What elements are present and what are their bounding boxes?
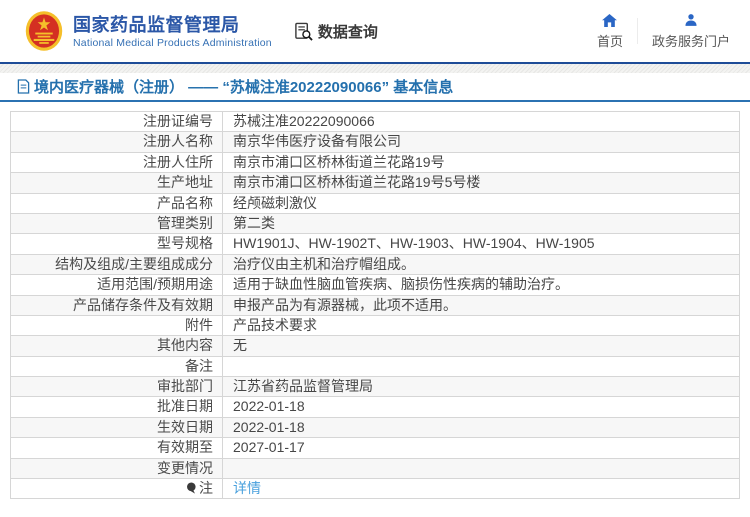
page-title-text: 境内医疗器械（注册） —— “苏械注准20222090066” 基本信息 [34, 79, 454, 96]
header: 国家药品监督管理局 National Medical Products Admi… [0, 0, 750, 62]
row-label: 备注 [10, 355, 223, 378]
note-icon [187, 482, 196, 494]
texture-strip [0, 64, 750, 73]
table-row: 注册人住所 南京市浦口区桥林街道兰花路19号 [10, 151, 740, 174]
row-value: 申报产品为有源器械，此项不适用。 [222, 294, 740, 316]
table-row: 备注 [10, 355, 740, 378]
table-row: 注详情 [10, 478, 740, 500]
row-label: 生效日期 [10, 416, 223, 439]
row-label: 适用范围/预期用途 [10, 274, 223, 296]
row-label: 注册人住所 [10, 151, 223, 174]
national-emblem-icon [24, 9, 64, 53]
data-query-tab[interactable]: 数据查询 [294, 21, 378, 42]
brand-text: 国家药品监督管理局 National Medical Products Admi… [73, 14, 272, 49]
row-value: 南京华伟医疗设备有限公司 [222, 131, 740, 153]
row-value: 详情 [222, 478, 740, 500]
row-value: 苏械注准20222090066 [222, 110, 740, 133]
row-value: 2022-01-18 [222, 416, 740, 439]
table-row: 适用范围/预期用途 适用于缺血性脑血管疾病、脑损伤性疾病的辅助治疗。 [10, 274, 740, 296]
main-content: 境内医疗器械（注册） —— “苏械注准20222090066” 基本信息 注册证… [0, 73, 750, 500]
row-value: 经颅磁刺激仪 [222, 192, 740, 214]
row-value: 南京市浦口区桥林街道兰花路19号5号楼 [222, 172, 740, 194]
page-title: 境内医疗器械（注册） —— “苏械注准20222090066” 基本信息 [0, 73, 750, 100]
row-label: 生产地址 [10, 172, 223, 194]
row-value: 南京市浦口区桥林街道兰花路19号 [222, 151, 740, 174]
document-icon [17, 79, 30, 94]
table-row: 附件 产品技术要求 [10, 314, 740, 337]
row-value: 2027-01-17 [222, 437, 740, 459]
data-query-label: 数据查询 [317, 23, 378, 41]
row-value: 第二类 [222, 212, 740, 235]
nav-portal-label: 政务服务门户 [651, 33, 730, 49]
table-row: 生效日期 2022-01-18 [10, 416, 740, 439]
table-wrap: 注册证编号 苏械注准20222090066 注册人名称 南京华伟医疗设备有限公司 注册人… [0, 102, 750, 500]
row-label: 其他内容 [10, 335, 223, 357]
table-row: 注册证编号 苏械注准20222090066 [10, 110, 740, 133]
row-value: 2022-01-18 [222, 396, 740, 418]
row-value: 无 [222, 335, 740, 357]
table-row: 产品名称 经颅磁刺激仪 [10, 192, 740, 214]
table-row: 有效期至 2027-01-17 [10, 437, 740, 459]
row-value: 产品技术要求 [222, 314, 740, 337]
row-label: 审批部门 [10, 376, 223, 398]
site-title: 国家药品监督管理局 [73, 14, 240, 35]
detail-link[interactable]: 详情 [233, 480, 261, 496]
table-row: 管理类别 第二类 [10, 212, 740, 235]
person-icon [684, 13, 698, 27]
table-row: 注册人名称 南京华伟医疗设备有限公司 [10, 131, 740, 153]
row-label: 注册证编号 [10, 110, 223, 133]
info-table: 注册证编号 苏械注准20222090066 注册人名称 南京华伟医疗设备有限公司 注册人… [10, 110, 740, 500]
row-value [222, 457, 740, 480]
row-value [222, 355, 740, 378]
row-label: 变更情况 [10, 457, 223, 480]
table-row: 批准日期 2022-01-18 [10, 396, 740, 418]
table-row: 产品储存条件及有效期 申报产品为有源器械，此项不适用。 [10, 294, 740, 316]
row-label: 注 [10, 478, 223, 500]
row-value: 治疗仪由主机和治疗帽组成。 [222, 253, 740, 276]
table-row: 结构及组成/主要组成成分 治疗仪由主机和治疗帽组成。 [10, 253, 740, 276]
site-logo[interactable]: 国家药品监督管理局 National Medical Products Admi… [24, 9, 272, 53]
row-label: 批准日期 [10, 396, 223, 418]
row-value: 江苏省药品监督管理局 [222, 376, 740, 398]
nav-portal[interactable]: 政务服务门户 [638, 13, 744, 50]
home-icon [602, 13, 618, 27]
row-label: 产品名称 [10, 192, 223, 214]
row-label: 产品储存条件及有效期 [10, 294, 223, 316]
row-value: HW1901J、HW-1902T、HW-1903、HW-1904、HW-1905 [222, 233, 740, 255]
row-label: 有效期至 [10, 437, 223, 459]
row-value: 适用于缺血性脑血管疾病、脑损伤性疾病的辅助治疗。 [222, 274, 740, 296]
table-row: 型号规格 HW1901J、HW-1902T、HW-1903、HW-1904、HW-… [10, 233, 740, 255]
nav-home[interactable]: 首页 [583, 13, 637, 50]
row-label: 附件 [10, 314, 223, 337]
table-row: 变更情况 [10, 457, 740, 480]
top-nav: 首页 政务服务门户 [583, 0, 744, 62]
table-row: 生产地址 南京市浦口区桥林街道兰花路19号5号楼 [10, 172, 740, 194]
table-row: 审批部门 江苏省药品监督管理局 [10, 376, 740, 398]
nav-home-label: 首页 [596, 33, 623, 49]
row-label: 型号规格 [10, 233, 223, 255]
site-subtitle: National Medical Products Administration [73, 36, 272, 49]
row-label: 结构及组成/主要组成成分 [10, 253, 223, 276]
row-label: 管理类别 [10, 212, 223, 235]
row-label: 注册人名称 [10, 131, 223, 153]
table-row: 其他内容无 [10, 335, 740, 357]
document-search-icon [294, 22, 313, 41]
